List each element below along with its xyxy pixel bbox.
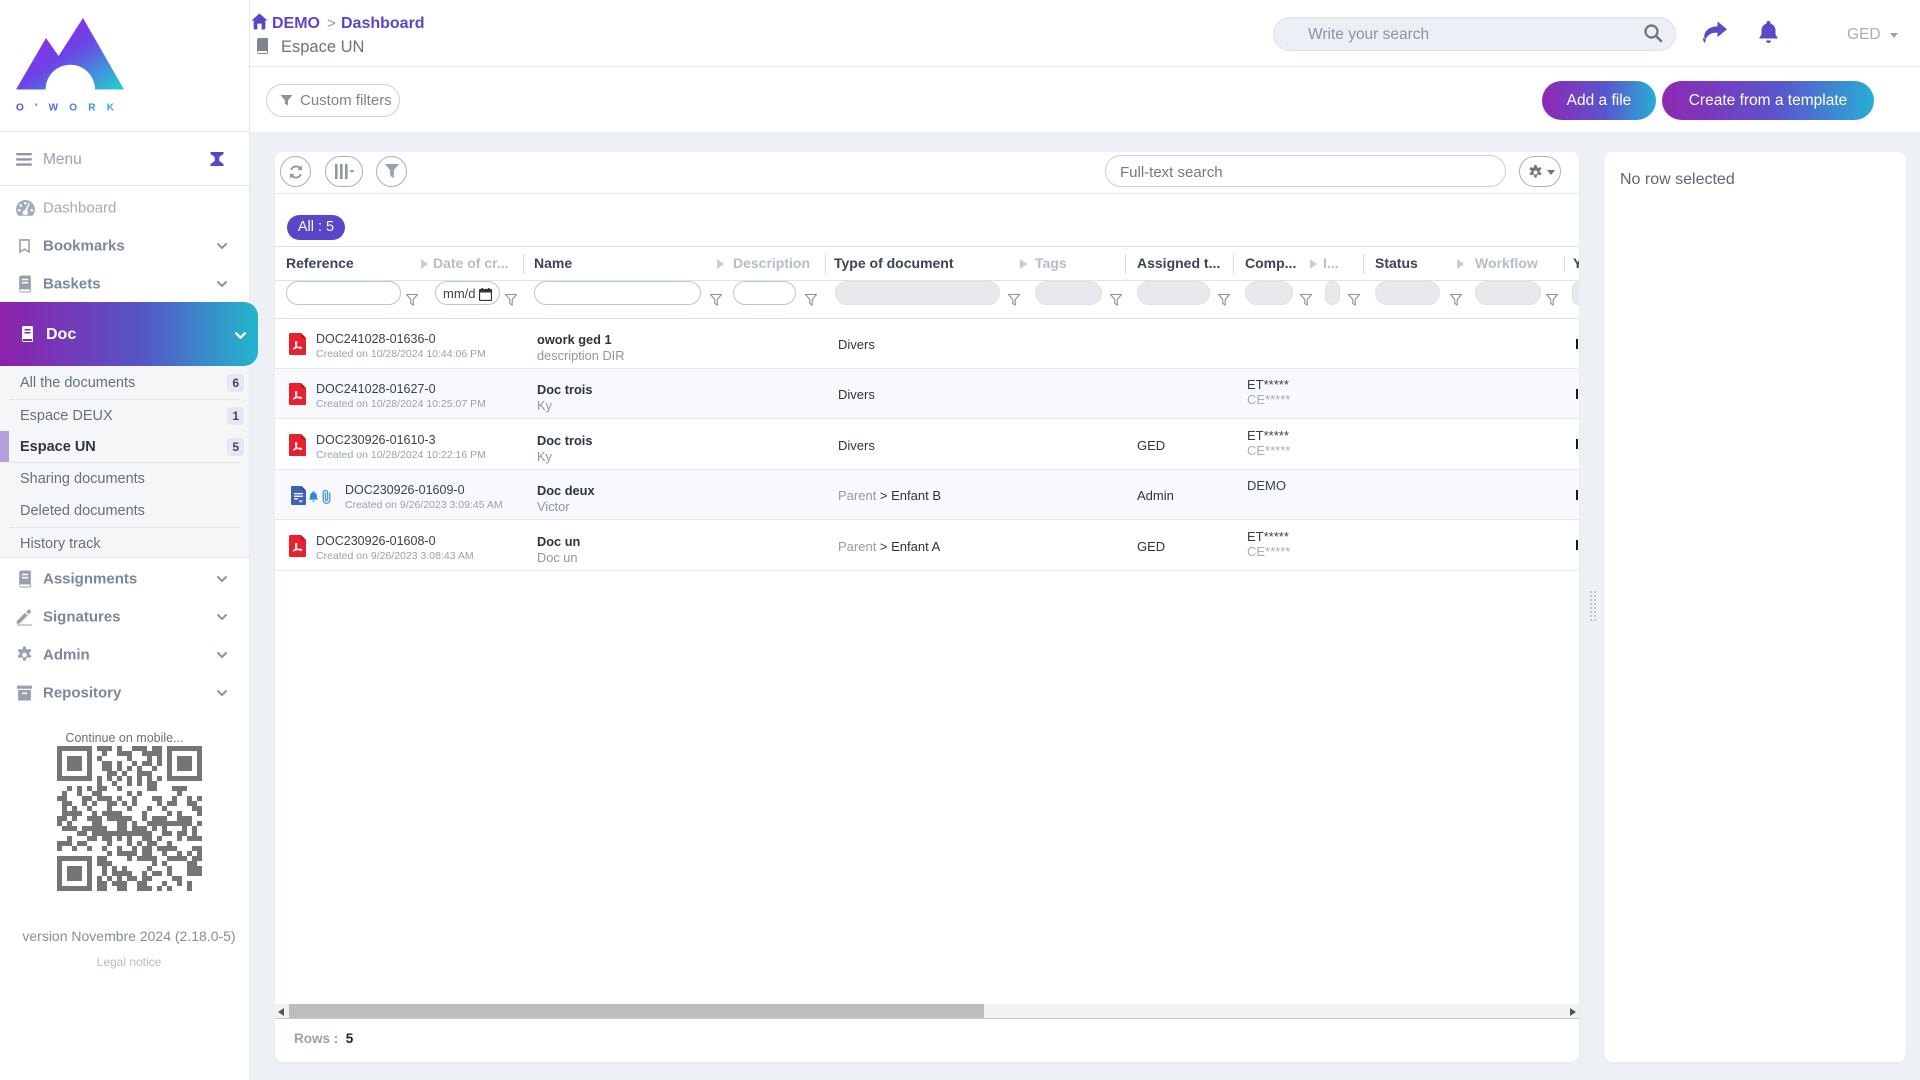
svg-text:w: w — [298, 499, 303, 504]
svg-text:O'WORK: O'WORK — [16, 103, 121, 114]
